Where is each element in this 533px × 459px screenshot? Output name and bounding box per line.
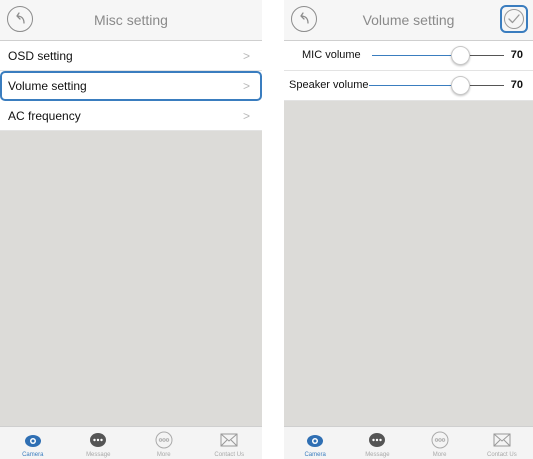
chevron-right-icon: > (242, 49, 250, 63)
checkmark-icon (508, 14, 520, 24)
tab-more[interactable]: More (131, 427, 197, 459)
speaker-volume-label: Speaker volume (289, 79, 369, 91)
mic-volume-track-filled (372, 55, 452, 56)
mic-volume-slider-thumb[interactable] (451, 46, 470, 65)
tab-bar: Camera Message More Contact Us (284, 426, 533, 459)
tab-label: Contact Us (487, 452, 517, 458)
list-item-label: OSD setting (8, 49, 73, 63)
tab-bar: Camera Message More Contact Us (0, 426, 262, 459)
tab-camera[interactable]: Camera (0, 427, 66, 459)
tab-message[interactable]: Message (66, 427, 132, 459)
mail-icon (220, 433, 238, 447)
page-title: Volume setting (362, 12, 455, 28)
settings-list: OSD setting > Volume setting > AC freque… (0, 41, 262, 131)
tab-contact-us[interactable]: Contact Us (471, 427, 533, 459)
message-icon (369, 433, 386, 447)
misc-setting-screen: Misc setting OSD setting > Volume settin… (0, 0, 262, 459)
tab-contact-us[interactable]: Contact Us (197, 427, 263, 459)
list-item-ac-frequency[interactable]: AC frequency > (0, 101, 262, 131)
volume-setting-screen: Volume setting MIC volume 70 Speaker vol… (284, 0, 533, 459)
tab-label: Camera (22, 452, 44, 458)
list-item-osd-setting[interactable]: OSD setting > (0, 41, 262, 71)
speaker-volume-track-filled (369, 85, 452, 86)
mic-volume-row: MIC volume 70 (284, 41, 533, 71)
speaker-volume-row: Speaker volume 70 (284, 71, 533, 101)
chevron-right-icon: > (242, 109, 250, 123)
mail-icon (493, 433, 511, 447)
tab-more[interactable]: More (409, 427, 471, 459)
header: Volume setting (284, 0, 533, 41)
mic-volume-value: 70 (510, 49, 523, 61)
more-icon (155, 431, 173, 449)
tab-label: Message (365, 452, 390, 458)
confirm-button[interactable] (500, 5, 528, 33)
tab-label: Message (86, 452, 111, 458)
tab-camera[interactable]: Camera (284, 427, 346, 459)
tab-label: More (432, 452, 447, 458)
page-title: Misc setting (94, 12, 168, 28)
tab-label: More (156, 452, 171, 458)
camera-icon (24, 435, 41, 447)
volume-list: MIC volume 70 Speaker volume 70 (284, 41, 533, 101)
message-icon (90, 433, 107, 447)
mic-volume-label: MIC volume (302, 49, 361, 61)
camera-icon (307, 435, 324, 447)
list-item-label: Volume setting (8, 79, 87, 93)
chevron-right-icon: > (242, 79, 250, 93)
tab-label: Camera (304, 452, 326, 458)
speaker-volume-value: 70 (510, 79, 523, 91)
speaker-volume-slider-thumb[interactable] (451, 76, 470, 95)
list-item-volume-setting[interactable]: Volume setting > (0, 71, 262, 101)
list-item-label: AC frequency (8, 109, 81, 123)
tab-message[interactable]: Message (346, 427, 408, 459)
header: Misc setting (0, 0, 262, 41)
tab-label: Contact Us (214, 452, 245, 458)
more-icon (431, 431, 449, 449)
